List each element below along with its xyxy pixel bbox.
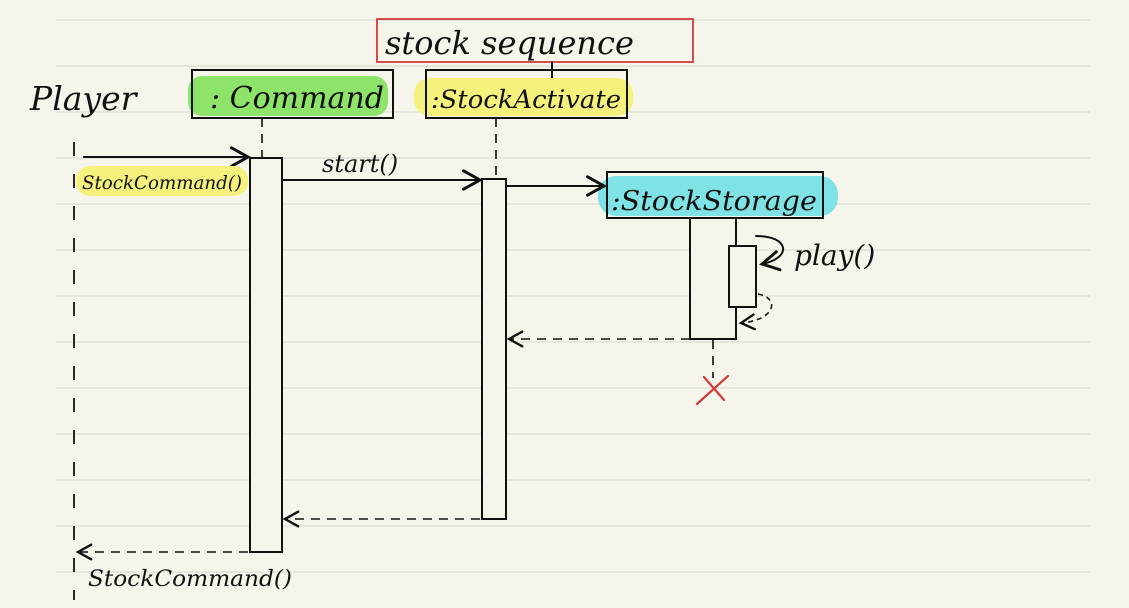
participant-stock-storage: :StockStorage xyxy=(598,171,838,219)
play-self-label: play() xyxy=(794,239,875,272)
stock-command-return-label: StockCommand() xyxy=(88,567,292,592)
message-start-call: start() xyxy=(282,150,484,191)
title-text: stock sequence xyxy=(385,24,634,62)
play-activation-bar xyxy=(728,245,757,308)
stock-activate-activation-bar xyxy=(481,178,507,520)
message-stock-command-return: StockCommand() xyxy=(75,543,292,592)
command-label: : Command xyxy=(210,81,384,116)
destroy-x-icon xyxy=(695,374,730,406)
message-play-self: play() xyxy=(738,235,875,331)
stock-storage-label: :StockStorage xyxy=(611,186,817,217)
participant-stock-activate: :StockActivate xyxy=(414,69,633,119)
sequence-diagram-canvas: stock sequence Player : Command :StockAc… xyxy=(29,18,1090,600)
actor-player-label: Player xyxy=(29,79,139,118)
message-stock-command-call: StockCommand() xyxy=(76,146,252,196)
start-call-label: start() xyxy=(322,150,398,178)
participant-command: : Command xyxy=(188,69,394,119)
stock-activate-label: :StockActivate xyxy=(431,85,621,114)
stock-command-call-label: StockCommand() xyxy=(82,172,242,194)
command-activation-bar xyxy=(249,157,283,553)
